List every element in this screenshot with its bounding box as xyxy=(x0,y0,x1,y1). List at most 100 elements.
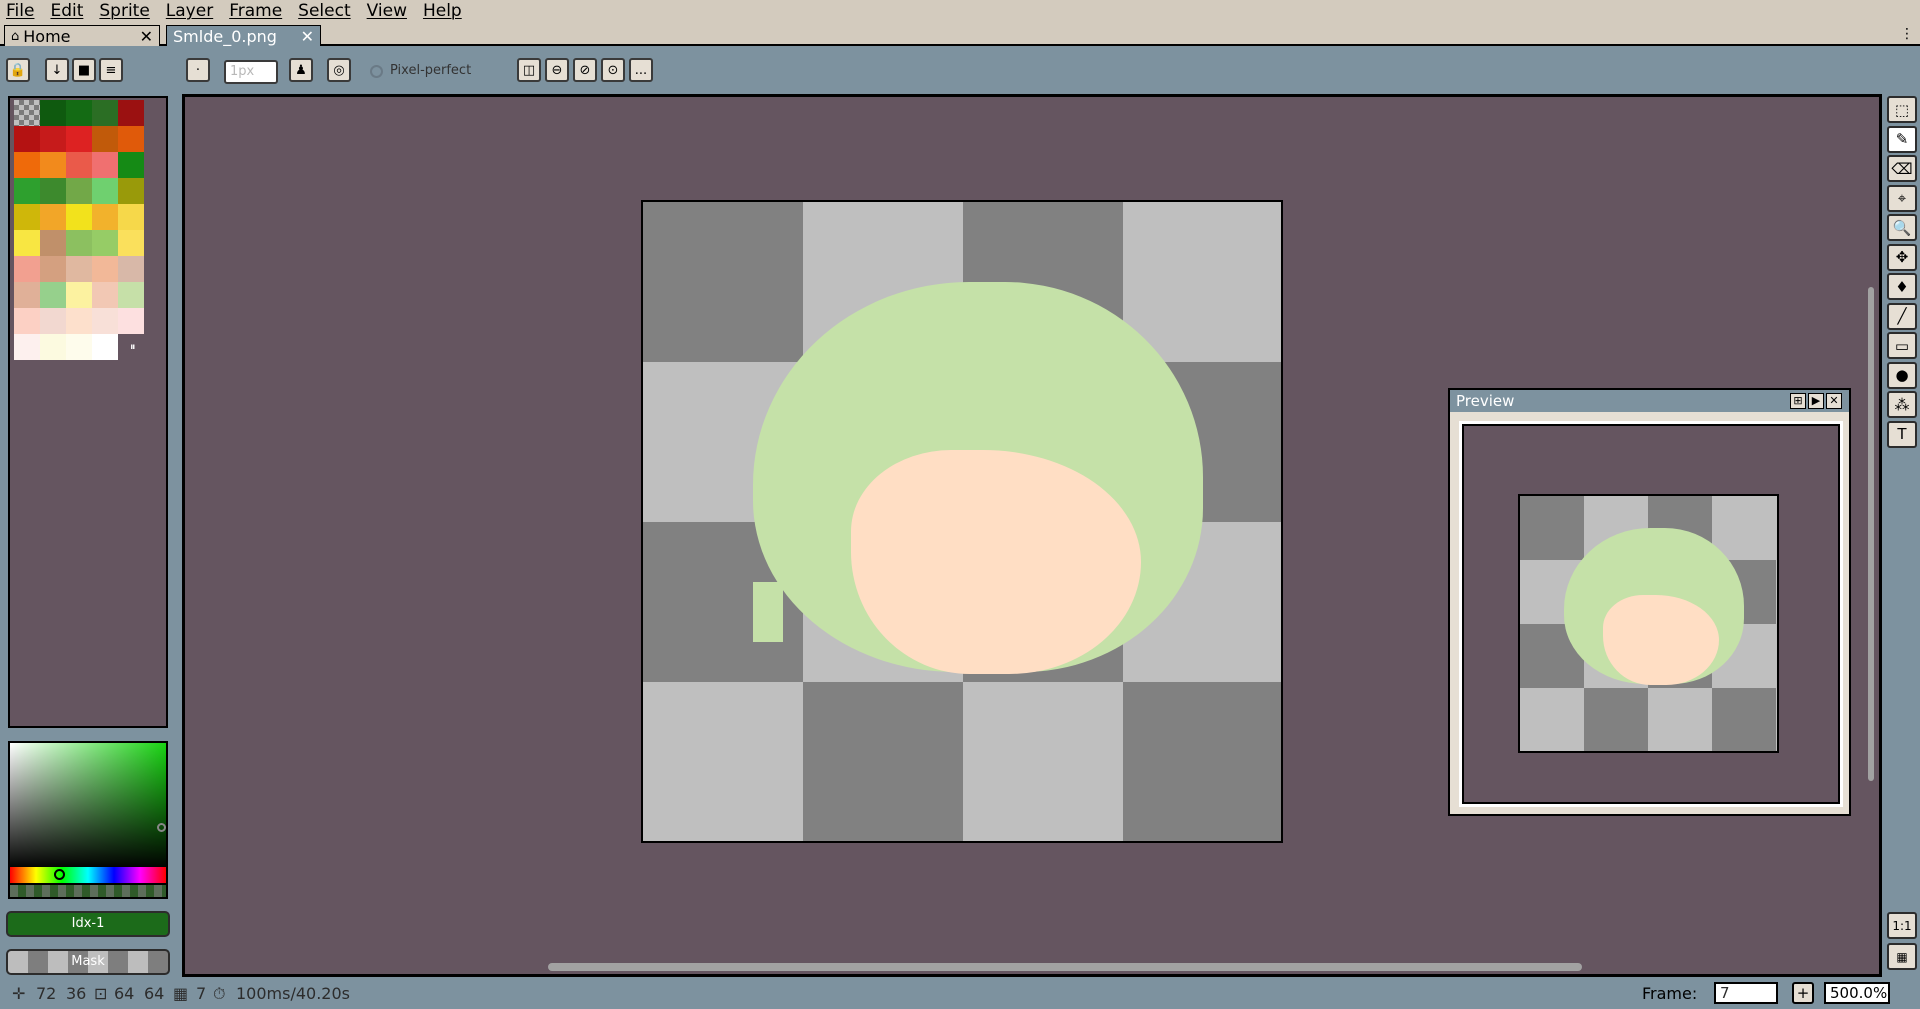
horizontal-scrollbar[interactable] xyxy=(548,963,1582,971)
palette-swatch[interactable] xyxy=(118,126,144,152)
palette-swatch[interactable] xyxy=(92,230,118,256)
ink-icon[interactable]: ♟ xyxy=(289,58,313,82)
palette-swatch[interactable] xyxy=(92,100,118,126)
color-saturation-value-picker[interactable] xyxy=(8,741,168,871)
palette-swatch[interactable] xyxy=(40,282,66,308)
palette-swatch[interactable] xyxy=(14,126,40,152)
layer-stop-icon[interactable]: ■ xyxy=(72,58,96,82)
palette-swatch[interactable] xyxy=(66,334,92,360)
alpha-slider[interactable] xyxy=(8,885,168,899)
menu-file[interactable]: File xyxy=(6,1,34,21)
tabbar-menu-icon[interactable]: ⋮ xyxy=(1900,26,1914,42)
zoom-icon[interactable]: 🔍 xyxy=(1887,214,1917,241)
zoom-input[interactable]: 500.0% xyxy=(1824,982,1890,1004)
palette-swatch[interactable] xyxy=(66,308,92,334)
preview-close-icon[interactable]: ✕ xyxy=(1826,393,1842,409)
brush-settings-icon[interactable]: ◎ xyxy=(327,58,351,82)
palette-swatch[interactable] xyxy=(40,178,66,204)
menu-sprite[interactable]: Sprite xyxy=(99,1,149,21)
palette-swatch[interactable] xyxy=(66,100,92,126)
layer-down-icon[interactable]: ↓ xyxy=(45,58,69,82)
menu-view[interactable]: View xyxy=(367,1,407,21)
palette-swatch[interactable] xyxy=(40,100,66,126)
menu-frame[interactable]: Frame xyxy=(229,1,282,21)
palette-swatch[interactable] xyxy=(66,282,92,308)
palette-more-icon[interactable]: ⏸ xyxy=(130,340,136,354)
menu-select[interactable]: Select xyxy=(298,1,350,21)
palette-swatch[interactable] xyxy=(92,204,118,230)
palette-swatch[interactable] xyxy=(14,100,40,126)
palette-swatch[interactable] xyxy=(118,204,144,230)
symmetry-horizontal-icon[interactable]: ⊖ xyxy=(545,58,569,82)
palette-swatch[interactable] xyxy=(40,334,66,360)
palette-swatch[interactable] xyxy=(66,256,92,282)
palette-swatch[interactable] xyxy=(92,308,118,334)
line-icon[interactable]: ╱ xyxy=(1887,302,1917,330)
palette-swatch[interactable] xyxy=(118,308,144,334)
menu-layer[interactable]: Layer xyxy=(166,1,213,21)
menu-help[interactable]: Help xyxy=(423,1,462,21)
palette-swatch[interactable] xyxy=(66,152,92,178)
palette-swatch[interactable] xyxy=(66,178,92,204)
symmetry-more-icon[interactable]: ... xyxy=(629,58,653,82)
tab-home[interactable]: ⌂ Home ✕ xyxy=(4,25,160,46)
eyedropper-icon[interactable]: ⌖ xyxy=(1887,184,1917,212)
menu-edit[interactable]: Edit xyxy=(50,1,83,21)
text-icon[interactable]: T xyxy=(1887,420,1917,448)
brush-size-input[interactable]: 1px xyxy=(224,60,278,84)
layer-lock-icon[interactable]: 🔒 xyxy=(6,58,30,82)
timeline-icon[interactable]: ▦ xyxy=(1887,943,1917,970)
layer-menu-icon[interactable]: ≡ xyxy=(99,58,123,82)
preview-fullscreen-icon[interactable]: ⊞ xyxy=(1790,393,1806,409)
palette-swatch[interactable] xyxy=(92,178,118,204)
blur-icon[interactable]: ● xyxy=(1887,361,1917,389)
frame-input[interactable]: 7 xyxy=(1714,982,1778,1004)
palette-swatch[interactable] xyxy=(14,308,40,334)
eraser-icon[interactable]: ⌫ xyxy=(1887,155,1917,182)
brush-type-icon[interactable]: · xyxy=(186,58,210,82)
symmetry-diagonal-icon[interactable]: ⊘ xyxy=(573,58,597,82)
palette-swatch[interactable] xyxy=(14,256,40,282)
palette-swatch[interactable] xyxy=(92,152,118,178)
frame-add-button[interactable]: + xyxy=(1792,982,1814,1004)
palette-swatch[interactable] xyxy=(66,126,92,152)
palette-swatch[interactable] xyxy=(14,178,40,204)
palette-swatch[interactable] xyxy=(118,152,144,178)
palette-swatch[interactable] xyxy=(118,230,144,256)
preview-play-icon[interactable]: ▶ xyxy=(1808,393,1824,409)
palette-swatch[interactable] xyxy=(66,204,92,230)
palette-swatch[interactable] xyxy=(14,152,40,178)
marquee-icon[interactable]: ⬚ xyxy=(1887,96,1917,123)
palette-swatch[interactable] xyxy=(92,334,118,360)
palette-swatch[interactable] xyxy=(40,204,66,230)
hue-slider[interactable] xyxy=(8,867,168,885)
palette-swatch[interactable] xyxy=(40,256,66,282)
paint-bucket-icon[interactable]: ♦ xyxy=(1887,273,1917,300)
move-icon[interactable]: ✥ xyxy=(1887,243,1917,271)
pixel-perfect-checkbox[interactable] xyxy=(370,65,383,78)
symmetry-vertical-icon[interactable]: ◫ xyxy=(517,58,541,82)
palette-swatch[interactable] xyxy=(40,308,66,334)
palette-swatch[interactable] xyxy=(40,152,66,178)
background-color-button[interactable]: Mask xyxy=(6,949,170,975)
palette-swatch[interactable] xyxy=(40,126,66,152)
palette-swatch[interactable] xyxy=(14,334,40,360)
pencil-icon[interactable]: ✎ xyxy=(1887,125,1917,153)
tab-sprite-file[interactable]: Smlde_0.png ✕ xyxy=(166,25,321,46)
palette-swatch[interactable] xyxy=(40,230,66,256)
foreground-color-button[interactable]: Idx-1 xyxy=(6,911,170,937)
tab-file-close-icon[interactable]: ✕ xyxy=(301,27,314,46)
sprite-canvas[interactable] xyxy=(641,200,1283,843)
vertical-scrollbar[interactable] xyxy=(1868,287,1874,781)
palette-swatch[interactable] xyxy=(118,256,144,282)
palette-swatch[interactable] xyxy=(92,126,118,152)
palette-swatch[interactable] xyxy=(14,282,40,308)
palette-swatch[interactable] xyxy=(118,100,144,126)
tab-home-close-icon[interactable]: ✕ xyxy=(140,27,153,46)
preview-window[interactable]: Preview ⊞ ▶ ✕ xyxy=(1448,388,1851,816)
spray-icon[interactable]: ⁂ xyxy=(1887,391,1917,418)
palette-swatch[interactable] xyxy=(66,230,92,256)
palette-swatch[interactable] xyxy=(118,178,144,204)
rectangle-icon[interactable]: ▭ xyxy=(1887,332,1917,359)
palette-swatch[interactable] xyxy=(14,204,40,230)
